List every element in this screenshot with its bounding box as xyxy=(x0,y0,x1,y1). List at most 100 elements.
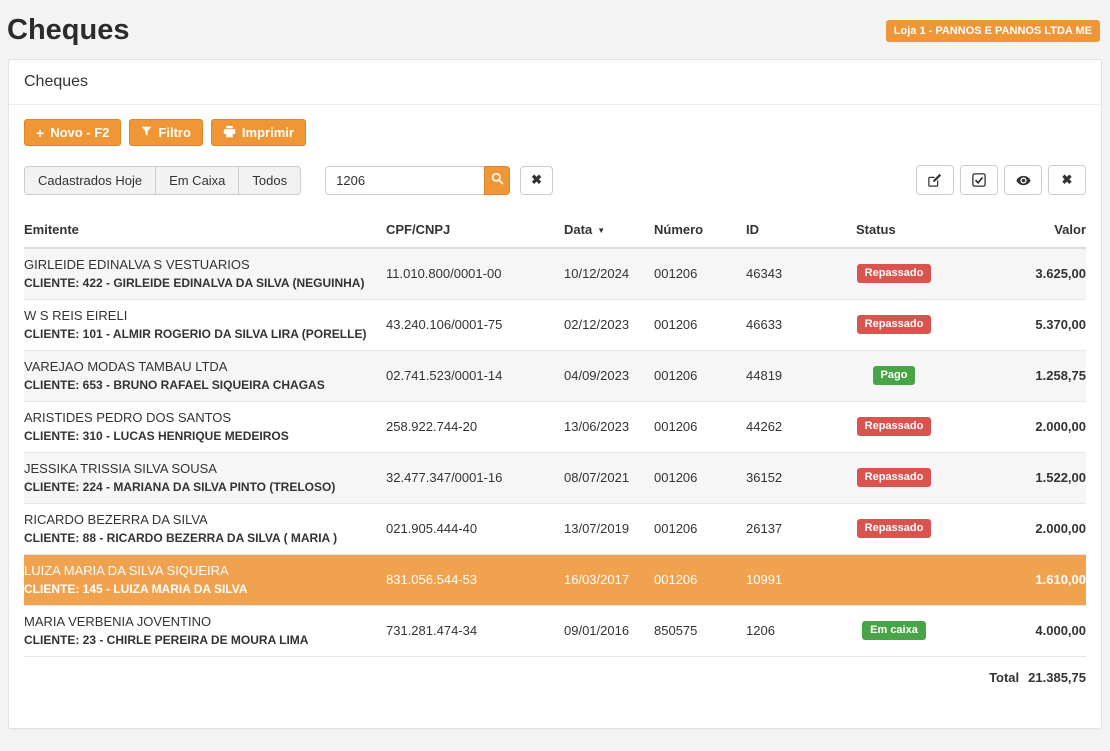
id-cell: 46343 xyxy=(746,248,856,300)
header-emitente[interactable]: Emitente xyxy=(24,213,386,248)
numero-cell: 001206 xyxy=(654,300,746,351)
status-badge: Em caixa xyxy=(862,621,926,640)
status-badge: Repassado xyxy=(857,315,932,334)
id-cell: 46633 xyxy=(746,300,856,351)
sort-desc-icon: ▼ xyxy=(597,226,605,235)
total-label: Total xyxy=(989,670,1019,685)
page-header: Cheques Loja 1 - PANNOS E PANNOS LTDA ME xyxy=(0,0,1110,59)
valor-cell: 2.000,00 xyxy=(932,504,1086,555)
filter-row: Cadastrados Hoje Em Caixa Todos ✖ xyxy=(24,165,1086,195)
emitente-name: GIRLEIDE EDINALVA S VESTUARIOS xyxy=(24,257,378,272)
cpf-cnpj-cell: 258.922.744-20 xyxy=(386,402,564,453)
numero-cell: 001206 xyxy=(654,351,746,402)
id-cell: 1206 xyxy=(746,606,856,657)
valor-cell: 1.258,75 xyxy=(932,351,1086,402)
status-cell: Repassado xyxy=(856,402,932,453)
emitente-cell: MARIA VERBENIA JOVENTINO CLIENTE: 23 - C… xyxy=(24,606,386,657)
header-id[interactable]: ID xyxy=(746,213,856,248)
numero-cell: 001206 xyxy=(654,248,746,300)
numero-cell: 001206 xyxy=(654,453,746,504)
header-cpf-cnpj[interactable]: CPF/CNPJ xyxy=(386,213,564,248)
cliente-name: CLIENTE: 653 - BRUNO RAFAEL SIQUEIRA CHA… xyxy=(24,378,378,392)
x-icon: ✖ xyxy=(1062,172,1073,188)
filter-icon xyxy=(141,126,152,139)
valor-cell: 3.625,00 xyxy=(932,248,1086,300)
id-cell: 44262 xyxy=(746,402,856,453)
emitente-cell: W S REIS EIRELI CLIENTE: 101 - ALMIR ROG… xyxy=(24,300,386,351)
plus-icon: + xyxy=(36,126,44,140)
close-button[interactable]: ✖ xyxy=(1048,165,1086,195)
table-row[interactable]: VAREJAO MODAS TAMBAU LTDA CLIENTE: 653 -… xyxy=(24,351,1086,402)
data-cell: 09/01/2016 xyxy=(564,606,654,657)
id-cell: 26137 xyxy=(746,504,856,555)
filter-button[interactable]: Filtro xyxy=(129,119,203,146)
status-cell xyxy=(856,555,932,606)
table-row[interactable]: W S REIS EIRELI CLIENTE: 101 - ALMIR ROG… xyxy=(24,300,1086,351)
numero-cell: 850575 xyxy=(654,606,746,657)
header-numero[interactable]: Número xyxy=(654,213,746,248)
store-badge[interactable]: Loja 1 - PANNOS E PANNOS LTDA ME xyxy=(886,20,1100,42)
data-cell: 13/07/2019 xyxy=(564,504,654,555)
valor-cell: 4.000,00 xyxy=(932,606,1086,657)
table-row[interactable]: RICARDO BEZERRA DA SILVA CLIENTE: 88 - R… xyxy=(24,504,1086,555)
print-button-label: Imprimir xyxy=(242,126,294,139)
table-row[interactable]: ARISTIDES PEDRO DOS SANTOS CLIENTE: 310 … xyxy=(24,402,1086,453)
table-row[interactable]: MARIA VERBENIA JOVENTINO CLIENTE: 23 - C… xyxy=(24,606,1086,657)
status-cell: Repassado xyxy=(856,504,932,555)
filter-tab-em-caixa[interactable]: Em Caixa xyxy=(155,166,239,195)
cliente-name: CLIENTE: 88 - RICARDO BEZERRA DA SILVA (… xyxy=(24,531,378,545)
filter-tab-todos[interactable]: Todos xyxy=(238,166,301,195)
x-icon: ✖ xyxy=(531,172,542,188)
cpf-cnpj-cell: 021.905.444-40 xyxy=(386,504,564,555)
id-cell: 44819 xyxy=(746,351,856,402)
cliente-name: CLIENTE: 101 - ALMIR ROGERIO DA SILVA LI… xyxy=(24,327,378,341)
check-square-icon xyxy=(972,173,986,187)
emitente-name: RICARDO BEZERRA DA SILVA xyxy=(24,512,378,527)
status-cell: Repassado xyxy=(856,453,932,504)
total-row: Total 21.385,75 xyxy=(24,657,1086,689)
header-data[interactable]: Data ▼ xyxy=(564,213,654,248)
status-cell: Pago xyxy=(856,351,932,402)
cpf-cnpj-cell: 731.281.474-34 xyxy=(386,606,564,657)
header-data-label: Data xyxy=(564,222,592,237)
emitente-name: JESSIKA TRISSIA SILVA SOUSA xyxy=(24,461,378,476)
cheques-table-body: GIRLEIDE EDINALVA S VESTUARIOS CLIENTE: … xyxy=(24,248,1086,657)
data-cell: 10/12/2024 xyxy=(564,248,654,300)
status-badge: Repassado xyxy=(857,468,932,487)
print-button[interactable]: Imprimir xyxy=(211,119,306,146)
search-icon xyxy=(491,172,504,188)
cliente-name: CLIENTE: 422 - GIRLEIDE EDINALVA DA SILV… xyxy=(24,276,378,290)
cpf-cnpj-cell: 43.240.106/0001-75 xyxy=(386,300,564,351)
emitente-cell: JESSIKA TRISSIA SILVA SOUSA CLIENTE: 224… xyxy=(24,453,386,504)
panel-title: Cheques xyxy=(9,60,1101,105)
cliente-name: CLIENTE: 310 - LUCAS HENRIQUE MEDEIROS xyxy=(24,429,378,443)
total-value: 21.385,75 xyxy=(1028,670,1086,685)
clear-search-button[interactable]: ✖ xyxy=(520,166,553,195)
data-cell: 13/06/2023 xyxy=(564,402,654,453)
table-row[interactable]: GIRLEIDE EDINALVA S VESTUARIOS CLIENTE: … xyxy=(24,248,1086,300)
page-title: Cheques xyxy=(7,14,129,47)
search-input[interactable] xyxy=(325,166,485,195)
new-button[interactable]: + Novo - F2 xyxy=(24,119,121,146)
header-status[interactable]: Status xyxy=(856,213,932,248)
search-button[interactable] xyxy=(484,166,510,195)
filter-button-label: Filtro xyxy=(158,126,191,139)
table-row[interactable]: LUIZA MARIA DA SILVA SIQUEIRA CLIENTE: 1… xyxy=(24,555,1086,606)
emitente-cell: LUIZA MARIA DA SILVA SIQUEIRA CLIENTE: 1… xyxy=(24,555,386,606)
filter-tab-cadastrados-hoje[interactable]: Cadastrados Hoje xyxy=(24,166,156,195)
cpf-cnpj-cell: 831.056.544-53 xyxy=(386,555,564,606)
id-cell: 10991 xyxy=(746,555,856,606)
pencil-square-icon xyxy=(928,173,942,187)
view-button[interactable] xyxy=(1004,165,1042,195)
status-cell: Em caixa xyxy=(856,606,932,657)
emitente-name: VAREJAO MODAS TAMBAU LTDA xyxy=(24,359,378,374)
cpf-cnpj-cell: 32.477.347/0001-16 xyxy=(386,453,564,504)
edit-button[interactable] xyxy=(916,165,954,195)
cpf-cnpj-cell: 02.741.523/0001-14 xyxy=(386,351,564,402)
select-button[interactable] xyxy=(960,165,998,195)
table-row[interactable]: JESSIKA TRISSIA SILVA SOUSA CLIENTE: 224… xyxy=(24,453,1086,504)
header-valor[interactable]: Valor xyxy=(932,213,1086,248)
cliente-name: CLIENTE: 145 - LUIZA MARIA DA SILVA xyxy=(24,582,378,596)
cheques-table: Emitente CPF/CNPJ Data ▼ Número ID Status… xyxy=(24,213,1086,689)
valor-cell: 1.610,00 xyxy=(932,555,1086,606)
